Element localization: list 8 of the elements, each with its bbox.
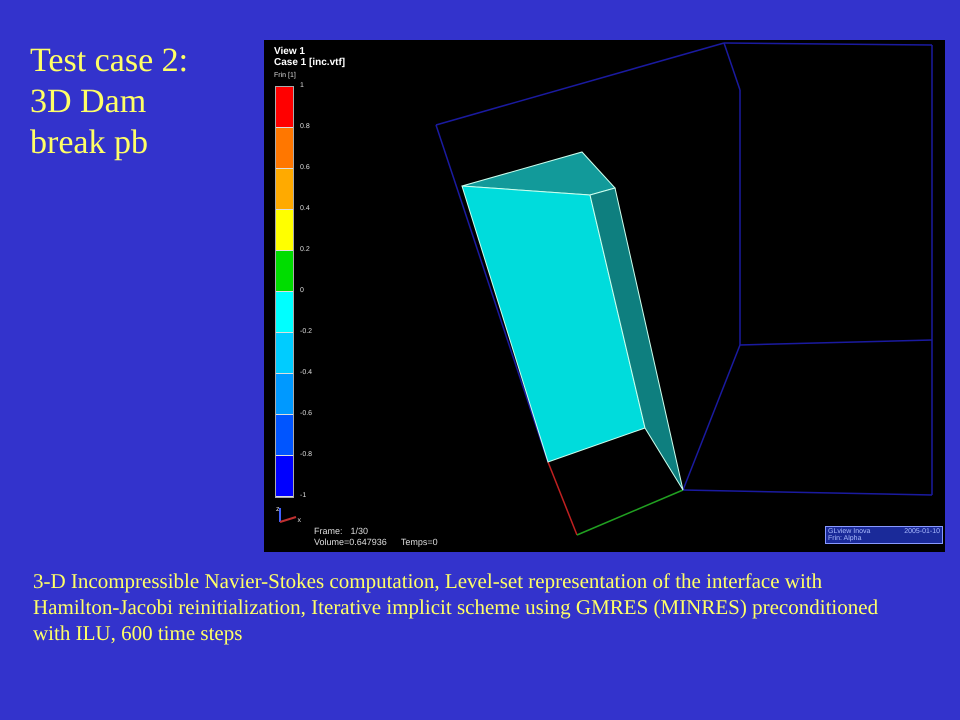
frame-value: 1/30: [350, 526, 368, 537]
frame-label: Frame:: [314, 526, 343, 537]
slide-title: Test case 2: 3D Dam break pb: [29, 41, 190, 163]
temps-value: Temps=0: [400, 537, 438, 548]
volume-value: Volume=0.647936: [314, 537, 387, 548]
view-label: View 1: [274, 46, 306, 57]
caption-text: 3-D Incompressible Navier-Stokes computation, Level-set representation of the interface with Hamilton-Jacobi reinitialization, Iterative implicit scheme using GMRES (MINRES) preconditioned with ILU, 600 time steps: [33, 568, 880, 646]
case-label: Case 1 [inc.vtf]: [274, 57, 346, 68]
